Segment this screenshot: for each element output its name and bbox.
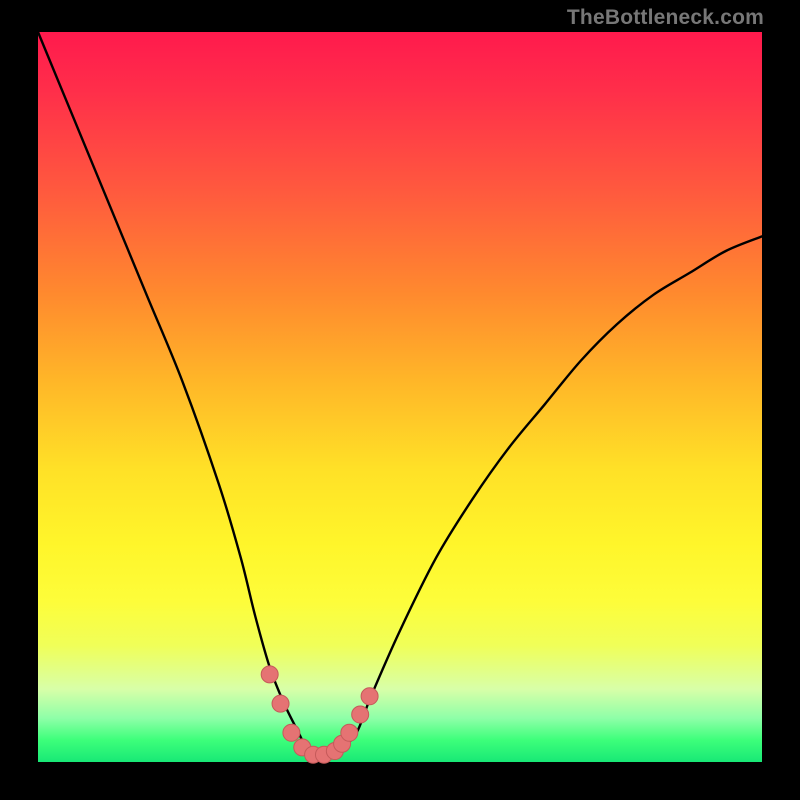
plot-overlay xyxy=(38,32,762,762)
marker-point xyxy=(361,688,378,705)
marker-point xyxy=(272,695,289,712)
marker-point xyxy=(352,706,369,723)
highlighted-points xyxy=(261,666,378,763)
watermark-text: TheBottleneck.com xyxy=(567,6,764,30)
marker-point xyxy=(283,724,300,741)
marker-point xyxy=(261,666,278,683)
marker-point xyxy=(341,724,358,741)
bottleneck-curve xyxy=(38,32,762,756)
chart-frame: TheBottleneck.com xyxy=(0,0,800,800)
